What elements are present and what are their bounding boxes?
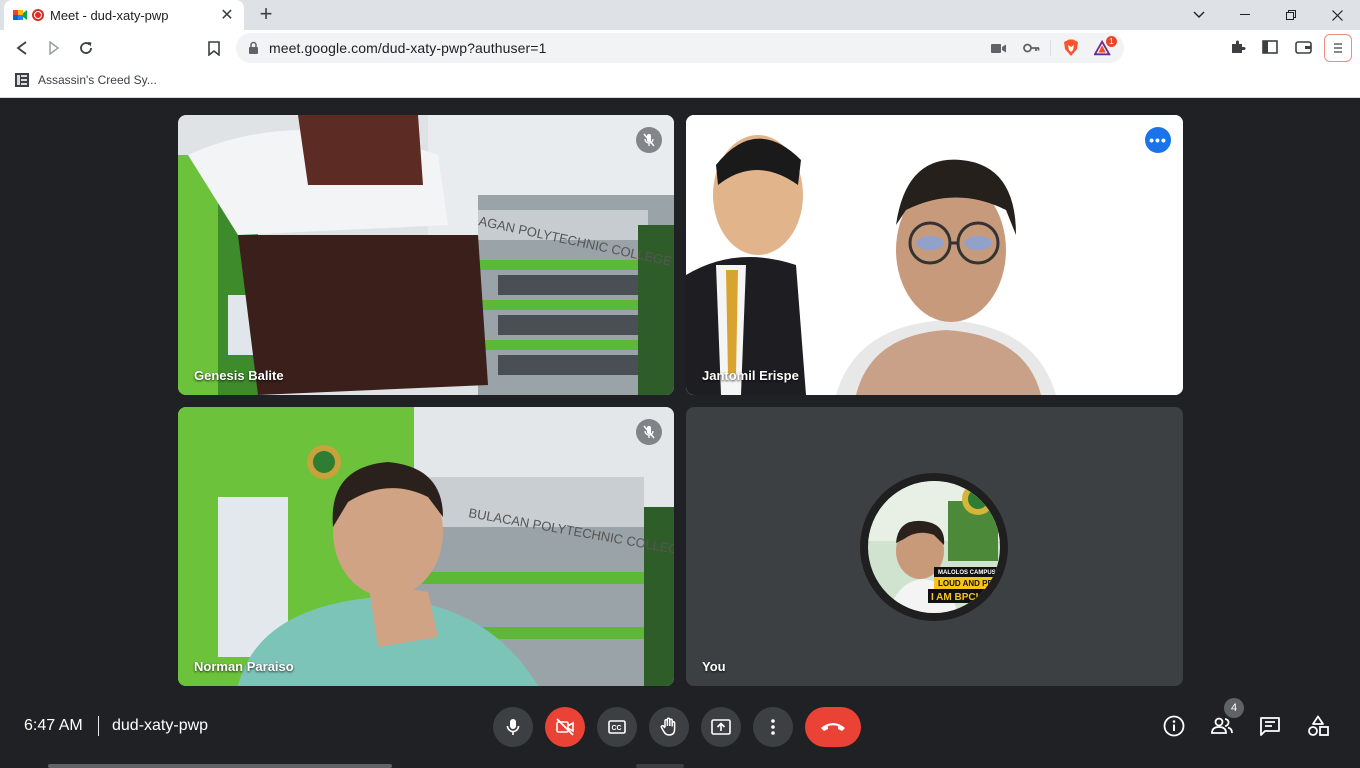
minimize-button[interactable] [1222,0,1268,30]
avatar-text: MALOLOS CAMPUS [938,570,996,576]
wallet-icon[interactable] [1292,36,1314,58]
close-window-button[interactable] [1314,0,1360,30]
browser-tab[interactable]: Meet - dud-xaty-pwp ✕ [4,0,244,30]
raise-hand-button[interactable] [649,707,689,747]
microphone-icon [506,719,520,735]
profile-picture: MALOLOS CAMPUS LOUD AND PROUD I AM BPCIA… [868,481,1000,613]
video-feed [686,115,1183,395]
video-feed: AGAN POLYTECHNIC COLLEGE [178,115,674,395]
camera-in-use-icon[interactable] [990,40,1008,56]
lock-icon [249,41,258,54]
recording-icon [32,9,44,21]
meeting-code: dud-xaty-pwp [112,717,209,734]
new-tab-button[interactable]: + [254,3,278,27]
avatar-text: I AM BPCIAN [931,592,993,603]
participant-count-badge: 4 [1224,698,1244,718]
address-bar[interactable]: meet.google.com/dud-xaty-pwp?authuser=1 … [236,33,1124,63]
main-menu-button[interactable] [1324,34,1352,62]
video-feed: BULACAN POLYTECHNIC COLLEGE [178,407,674,686]
bookmark-label: Assassin's Creed Sy... [38,73,157,87]
sidebar-icon[interactable] [1259,36,1281,58]
info-icon [1163,715,1185,737]
forward-button[interactable] [42,36,66,60]
participant-name: Norman Paraiso [194,659,294,674]
participant-name: You [702,659,726,674]
avatar-text: LOUD AND PROUD [938,579,1000,588]
muted-mic-icon [636,419,662,445]
tab-strip: Meet - dud-xaty-pwp ✕ + [0,0,1360,30]
participant-tile-active[interactable]: ••• Jantomil Erispe [686,115,1183,395]
participant-tile[interactable]: BULACAN POLYTECHNIC COLLEGE Norman Parai… [178,407,674,686]
meeting-details-button[interactable] [1160,712,1188,740]
meeting-time: 6:47 AM [24,717,83,734]
more-options-icon[interactable]: ••• [1145,127,1171,153]
camera-off-icon [556,718,574,736]
game-icon [15,73,29,87]
more-options-button[interactable] [753,707,793,747]
leave-call-button[interactable] [805,707,861,747]
avatar: MALOLOS CAMPUS LOUD AND PROUD I AM BPCIA… [860,473,1008,621]
google-meet-icon [13,10,27,20]
key-icon[interactable] [1022,40,1040,56]
browser-toolbar: meet.google.com/dud-xaty-pwp?authuser=1 … [0,30,1360,66]
captions-button[interactable]: CC [597,707,637,747]
back-button[interactable] [10,36,34,60]
hang-up-icon [821,723,845,731]
scrollbar-track [636,764,684,768]
participant-name: Genesis Balite [194,368,284,383]
microphone-button[interactable] [493,707,533,747]
brave-shields-icon[interactable] [1062,39,1080,56]
bookmarks-bar: Assassin's Creed Sy... [0,66,1360,98]
bookmark-item[interactable]: Assassin's Creed Sy... [14,72,157,88]
tab-close-icon[interactable]: ✕ [218,5,236,25]
muted-mic-icon [636,127,662,153]
divider [98,716,99,736]
captions-icon: CC [608,720,626,734]
activities-button[interactable] [1304,712,1332,740]
tab-title: Meet - dud-xaty-pwp [50,7,169,23]
svg-text:CC: CC [612,725,622,732]
rewards-badge: 1 [1106,36,1117,47]
brave-rewards-icon[interactable]: 1 [1094,36,1117,56]
activities-icon [1308,715,1329,736]
tab-search-icon[interactable] [1176,0,1222,30]
participant-tile[interactable]: AGAN POLYTECHNIC COLLEGE Genesis Balite [178,115,674,395]
self-tile[interactable]: MALOLOS CAMPUS LOUD AND PROUD I AM BPCIA… [686,407,1183,686]
bookmark-icon[interactable] [202,36,226,60]
extensions-icon[interactable] [1227,36,1249,58]
camera-off-button[interactable] [545,707,585,747]
participant-name: Jantomil Erispe [702,368,799,383]
restore-button[interactable] [1268,0,1314,30]
reload-button[interactable] [74,36,98,60]
people-icon [1211,717,1233,734]
present-icon [711,719,731,735]
chat-button[interactable] [1256,712,1284,740]
meeting-controls-bar: 6:47 AM dud-xaty-pwp CC 4 [0,694,1360,768]
url-text: meet.google.com/dud-xaty-pwp?authuser=1 [269,40,547,56]
more-vert-icon [771,719,775,735]
scrollbar[interactable] [48,764,392,768]
hand-icon [660,717,676,736]
present-screen-button[interactable] [701,707,741,747]
chat-icon [1260,717,1280,736]
